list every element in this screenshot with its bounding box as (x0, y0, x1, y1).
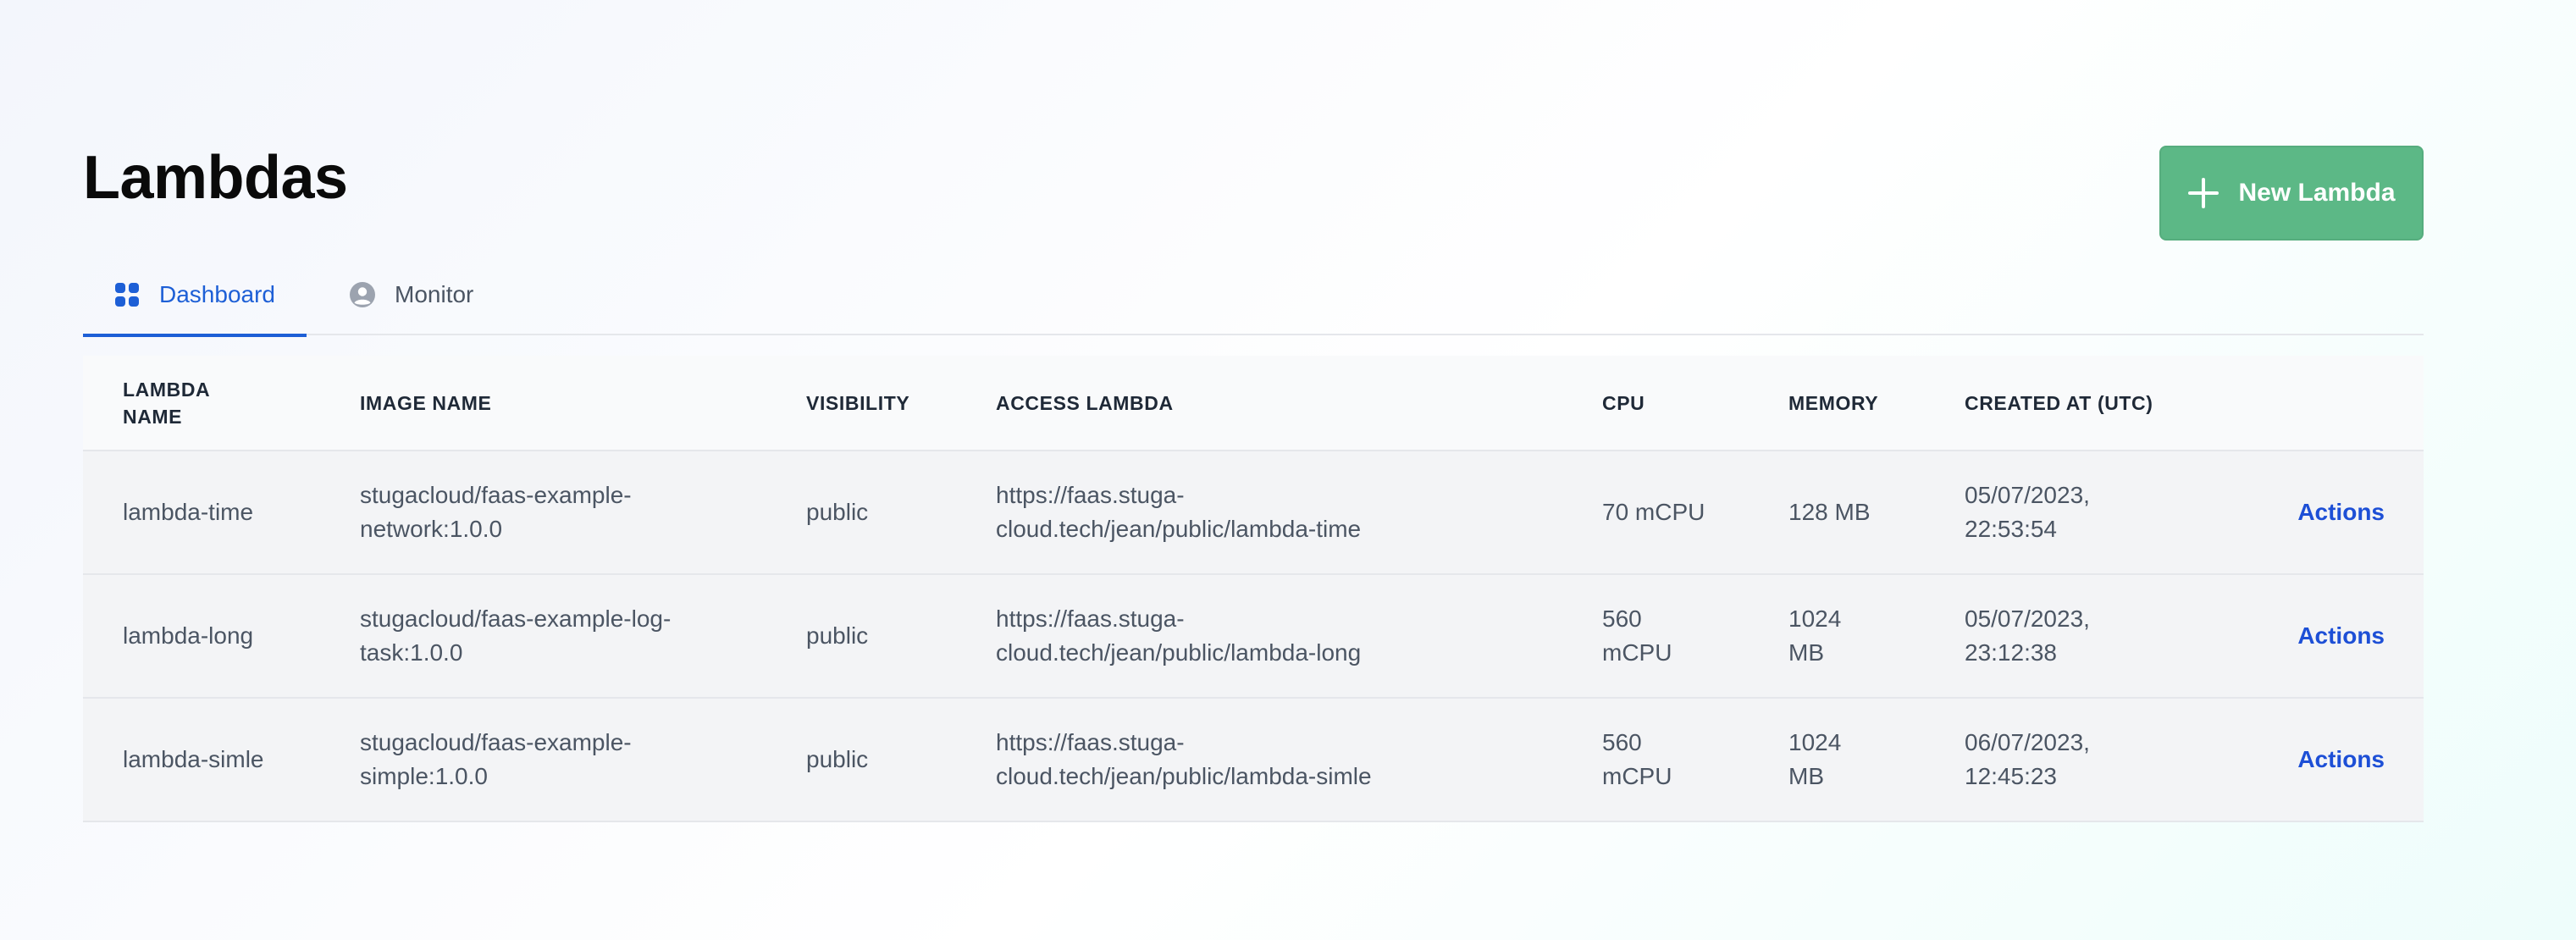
memory-cell: 1024 MB (1788, 605, 1842, 666)
column-header-lambda-name: LAMBDA NAME (123, 378, 211, 428)
column-header-memory: MEMORY (1788, 391, 1879, 414)
cpu-cell: 560 mCPU (1602, 605, 1672, 666)
column-header-cpu: CPU (1602, 391, 1645, 414)
user-circle-icon (350, 282, 375, 307)
actions-link[interactable]: Actions (2297, 746, 2385, 772)
cpu-cell: 70 mCPU (1602, 499, 1705, 525)
new-lambda-button-label: New Lambda (2238, 179, 2396, 207)
created-at-cell: 06/07/2023, 12:45:23 (1965, 729, 2090, 789)
lambda-name-cell: lambda-simle (123, 746, 264, 772)
tab-monitor[interactable]: Monitor (349, 254, 473, 335)
actions-link[interactable]: Actions (2297, 622, 2385, 649)
column-header-access-lambda: ACCESS LAMBDA (996, 391, 1174, 414)
column-header-created-at: CREATED AT (UTC) (1965, 391, 2153, 414)
tab-dashboard[interactable]: Dashboard (83, 254, 307, 337)
memory-cell: 128 MB (1788, 499, 1871, 525)
access-lambda-cell: https://faas.stuga- cloud.tech/jean/publ… (996, 482, 1362, 542)
lambdas-page: Lambdas New Lambda Dashboard Monitor LAM… (83, 0, 2424, 940)
visibility-cell: public (806, 622, 869, 649)
visibility-cell: public (806, 499, 869, 525)
page-title: Lambdas (83, 144, 348, 212)
table-row: lambda-time stugacloud/faas-example- net… (83, 451, 2424, 574)
new-lambda-button[interactable]: New Lambda (2159, 146, 2424, 241)
lambdas-table-wrapper: LAMBDA NAME IMAGE NAME VISIBILITY ACCESS… (83, 356, 2424, 822)
table-row: lambda-long stugacloud/faas-example-log-… (83, 574, 2424, 698)
created-at-cell: 05/07/2023, 22:53:54 (1965, 482, 2090, 542)
page-header: Lambdas New Lambda (83, 142, 2424, 242)
actions-link[interactable]: Actions (2297, 499, 2385, 525)
lambda-name-cell: lambda-long (123, 622, 254, 649)
table-row: lambda-simle stugacloud/faas-example- si… (83, 698, 2424, 821)
cpu-cell: 560 mCPU (1602, 729, 1672, 789)
table-header-row: LAMBDA NAME IMAGE NAME VISIBILITY ACCESS… (83, 356, 2424, 451)
column-header-image-name: IMAGE NAME (360, 391, 492, 414)
lambda-name-cell: lambda-time (123, 499, 254, 525)
actions-cell: Actions (2247, 574, 2424, 698)
access-lambda-cell: https://faas.stuga- cloud.tech/jean/publ… (996, 605, 1362, 666)
created-at-cell: 05/07/2023, 23:12:38 (1965, 605, 2090, 666)
grid-icon (115, 283, 139, 307)
image-name-cell: stugacloud/faas-example- simple:1.0.0 (360, 729, 632, 789)
image-name-cell: stugacloud/faas-example-log- task:1.0.0 (360, 605, 672, 666)
tab-dashboard-label: Dashboard (159, 281, 275, 307)
image-name-cell: stugacloud/faas-example- network:1.0.0 (360, 482, 632, 542)
tab-monitor-label: Monitor (395, 281, 474, 307)
column-header-actions (2247, 356, 2424, 451)
lambdas-table: LAMBDA NAME IMAGE NAME VISIBILITY ACCESS… (83, 356, 2424, 822)
column-header-visibility: VISIBILITY (806, 391, 910, 414)
actions-cell: Actions (2247, 698, 2424, 821)
memory-cell: 1024 MB (1788, 729, 1842, 789)
plus-icon (2188, 178, 2219, 208)
visibility-cell: public (806, 746, 869, 772)
tab-bar: Dashboard Monitor (83, 254, 2424, 337)
actions-cell: Actions (2247, 451, 2424, 574)
access-lambda-cell: https://faas.stuga- cloud.tech/jean/publ… (996, 729, 1372, 789)
